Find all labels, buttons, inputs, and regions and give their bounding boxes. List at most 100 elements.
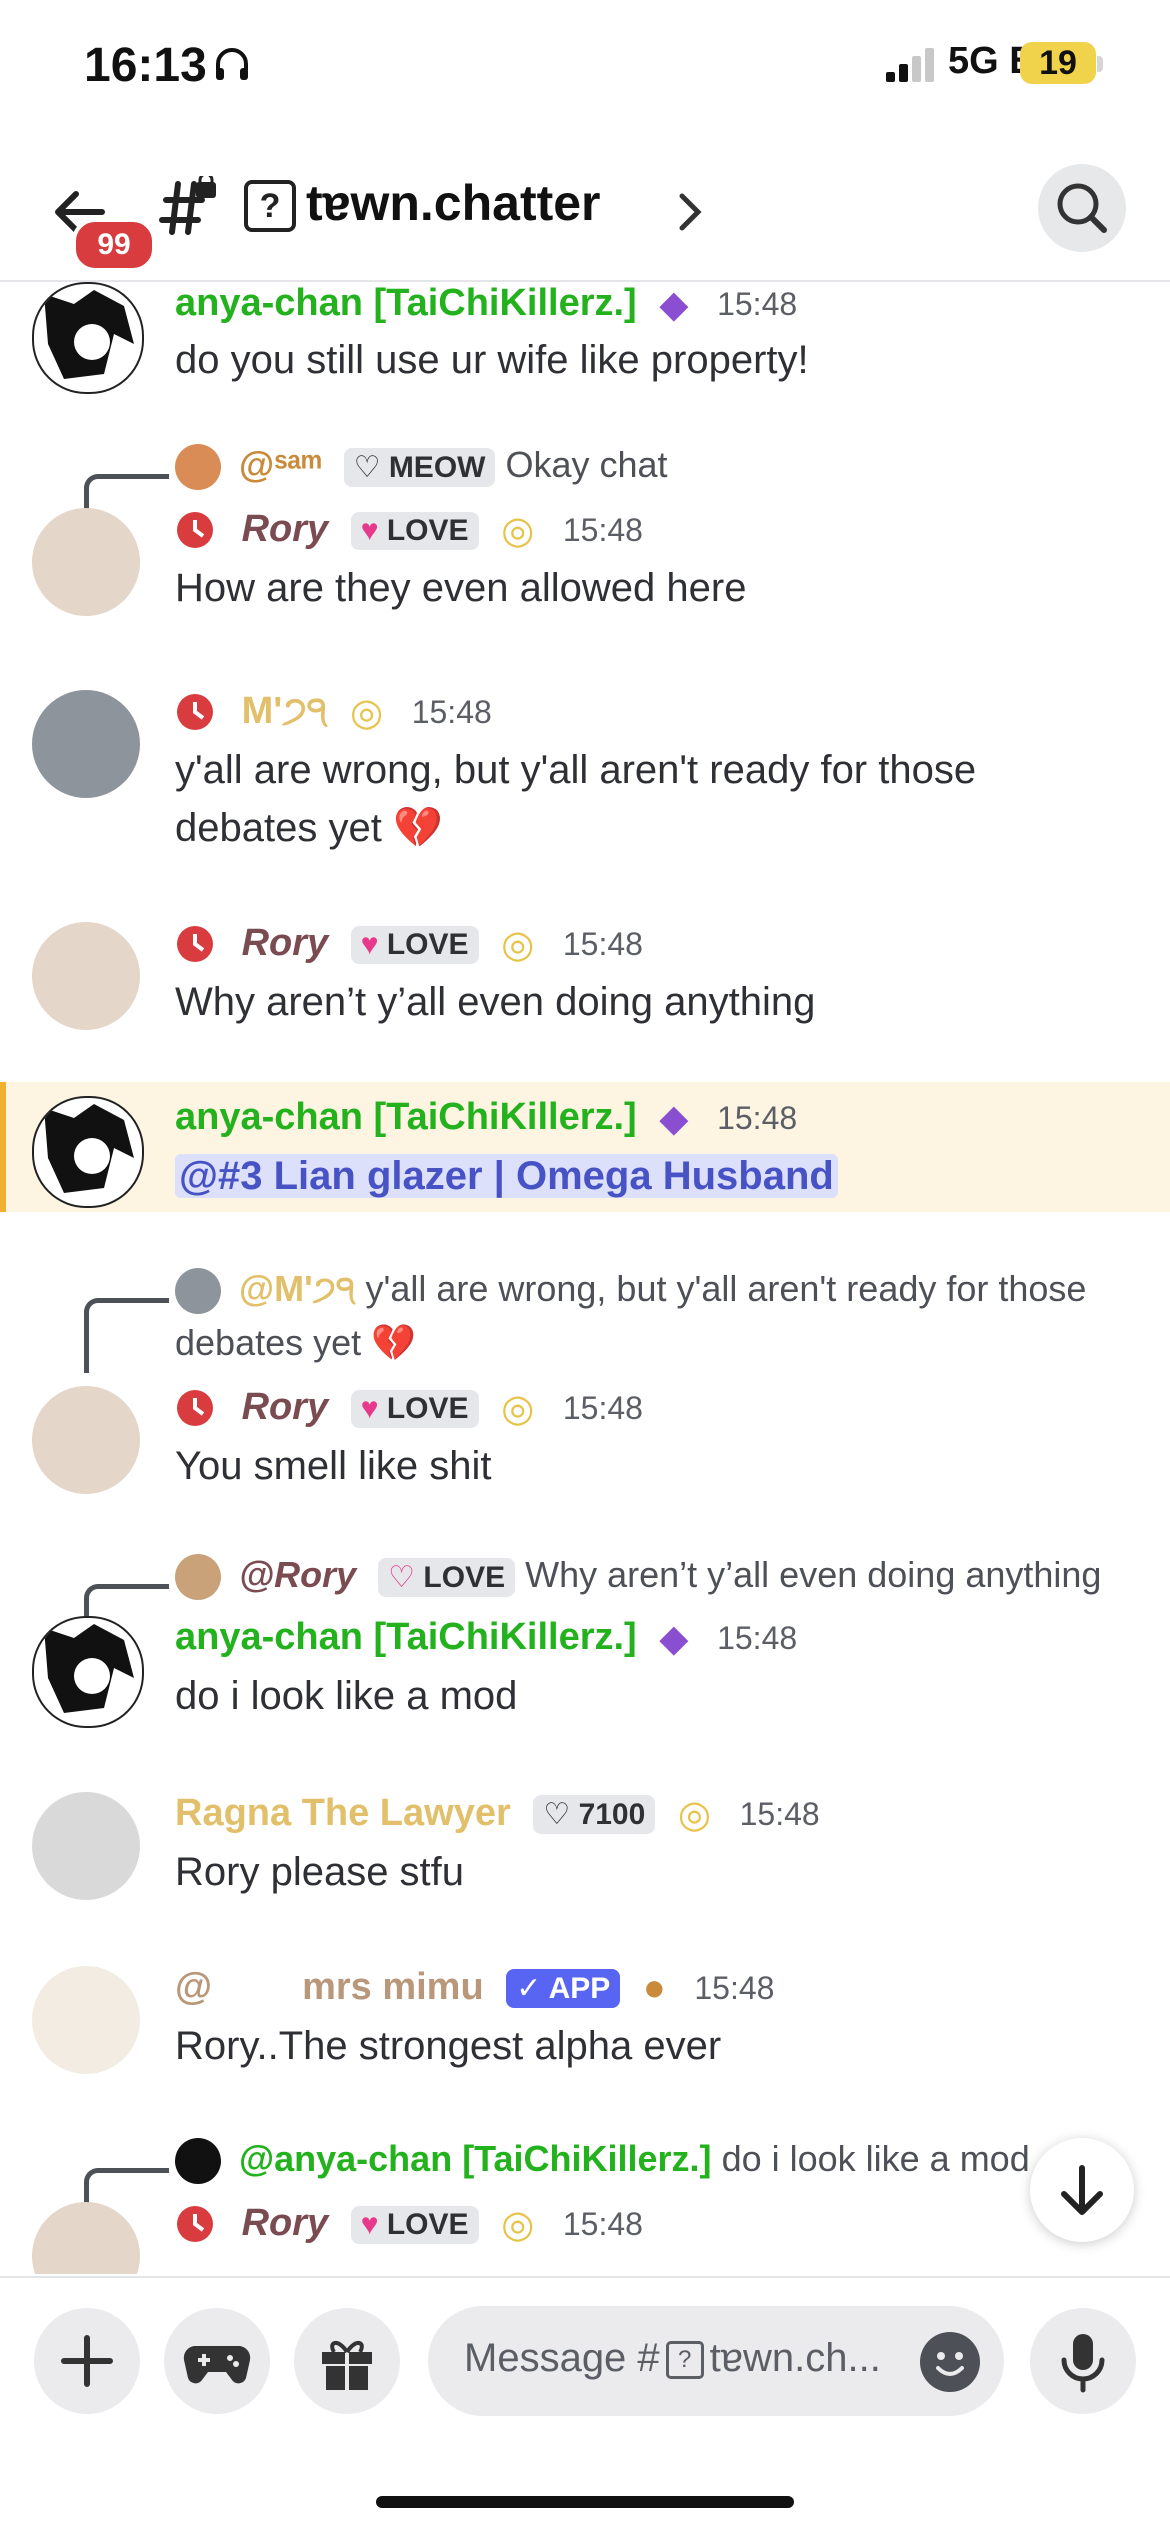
microphone-icon: [1061, 2334, 1105, 2393]
avatar[interactable]: [32, 1386, 140, 1494]
reply-text: do i look like a mod: [721, 2138, 1030, 2179]
reply-text-line2: debates yet 💔: [175, 1322, 416, 1363]
reply-preview[interactable]: @anya-chan [TaiChiKillerz.] do i look li…: [175, 2138, 1030, 2185]
author-name[interactable]: Rory: [242, 922, 329, 964]
channel-hash-lock-icon: [159, 176, 216, 235]
message-text: You smell like shit: [175, 1444, 492, 1488]
author-name[interactable]: Ragna The Lawyer: [175, 1792, 511, 1834]
avatar[interactable]: [32, 1096, 144, 1208]
crystal-role-icon: ◆: [659, 284, 689, 327]
reply-author: @anya-chan [TaiChiKillerz.]: [239, 2138, 712, 2179]
reply-avatar: [175, 2138, 221, 2185]
app-tag: ✓ APP: [506, 1969, 621, 2009]
unread-badge: 99: [72, 218, 156, 272]
reply-author: @M'੭੧: [239, 1268, 356, 1309]
message-text-line2: debates yet 💔: [175, 806, 443, 850]
author-name[interactable]: anya-chan [TaiChiKillerz.]: [175, 1616, 637, 1658]
message-time: 15:48: [717, 1100, 798, 1136]
avatar[interactable]: [32, 690, 140, 798]
search-icon: [1057, 183, 1107, 233]
message-text: Rory..The strongest alpha ever: [175, 2024, 722, 2068]
broken-heart-emoji: 💔: [392, 806, 443, 850]
role-tag: ♥ LOVE: [350, 2205, 479, 2244]
channel-name[interactable]: tɐwn.chatter: [306, 174, 601, 232]
activities-button[interactable]: [164, 2308, 270, 2414]
message-time: 15:48: [562, 512, 643, 548]
avatar[interactable]: [32, 1616, 144, 1728]
reply-preview[interactable]: @ˢᵃᵐ ♡ MEOW Okay chat: [175, 444, 668, 491]
message-header: Ragna The Lawyer ♡ 7100 ◎ 15:48: [175, 1792, 820, 1837]
avatar[interactable]: [32, 1966, 140, 2074]
message-header: @ mrs mimu ✓ APP ● 15:48: [175, 1966, 774, 2010]
gift-icon: [322, 2341, 372, 2390]
reply-connector: [84, 474, 169, 513]
spiral-icon: ◎: [501, 510, 535, 553]
reply-author: @ˢᵃᵐ: [239, 444, 322, 485]
status-bar: 16:13 5G E 19: [0, 0, 1170, 140]
reply-text: y'all are wrong, but y'all aren't ready …: [365, 1268, 1087, 1309]
avatar[interactable]: [32, 922, 140, 1030]
message-text: y'all are wrong, but y'all aren't ready …: [175, 748, 977, 792]
avatar[interactable]: [32, 508, 140, 616]
author-name[interactable]: Rory: [242, 1386, 329, 1428]
message-text: Why aren’t y’all even doing anything: [175, 980, 816, 1024]
signal-icon: [886, 48, 934, 82]
reply-preview[interactable]: @M'੭੧ y'all are wrong, but y'all aren't …: [175, 1268, 1087, 1315]
message-text: do you still use ur wife like property!: [175, 338, 809, 382]
crystal-role-icon: ◆: [659, 1098, 689, 1141]
message-input[interactable]: Message #? tɐwn.ch...: [428, 2306, 1004, 2416]
author-name[interactable]: Rory: [242, 2202, 329, 2244]
alert-clock-icon: [177, 925, 213, 962]
bear-icon: ●: [642, 1967, 666, 2010]
headphones-icon: [216, 48, 248, 80]
role-tag: ♥ LOVE: [350, 1389, 479, 1428]
role-tag: ♡ 7100: [533, 1795, 656, 1835]
message-time: 15:48: [562, 1390, 643, 1426]
author-name[interactable]: M'੭੧: [242, 690, 328, 732]
status-time: 16:13: [84, 39, 207, 92]
message-header: anya-chan [TaiChiKillerz.] ◆ 15:48: [175, 1096, 797, 1141]
message-time: 15:48: [717, 1620, 798, 1656]
spiral-icon: ◎: [501, 1388, 535, 1431]
avatar[interactable]: [32, 2202, 140, 2274]
reply-connector: [84, 1298, 169, 1373]
reply-text: Okay chat: [505, 444, 668, 485]
gift-button[interactable]: [294, 2308, 400, 2414]
emoji-button[interactable]: [920, 2332, 980, 2392]
spiral-icon: ◎: [501, 924, 535, 967]
channel-prefix-box: ?: [665, 2341, 704, 2380]
battery-level: 19: [1020, 42, 1096, 84]
author-name[interactable]: anya-chan [TaiChiKillerz.]: [175, 1096, 637, 1138]
avatar[interactable]: [32, 1792, 140, 1900]
alert-clock-icon: [177, 693, 213, 730]
message-text: do i look like a mod: [175, 1674, 518, 1718]
message-placeholder: Message #? tɐwn.ch...: [464, 2336, 881, 2380]
role-tag: ♥ LOVE: [350, 925, 479, 964]
reply-connector: [84, 2168, 169, 2207]
message-header: Rory ♥ LOVE ◎ 15:48: [175, 2202, 643, 2247]
chevron-right-icon[interactable]: [676, 190, 706, 234]
reply-avatar: [175, 1268, 221, 1315]
add-attachment-button[interactable]: [34, 2308, 140, 2414]
avatar[interactable]: [32, 282, 144, 394]
reply-preview[interactable]: @Rory ♡ LOVE Why aren’t y’all even doing…: [175, 1554, 1101, 1601]
message-header: M'੭੧ ◎ 15:48: [175, 690, 492, 735]
crystal-role-icon: ◆: [659, 1618, 689, 1661]
message-list[interactable]: anya-chan [TaiChiKillerz.] ◆ 15:48 do yo…: [0, 282, 1170, 2274]
battery-tip: [1097, 56, 1103, 72]
message-text: How are they even allowed here: [175, 566, 747, 610]
author-name[interactable]: Rory: [242, 508, 329, 550]
search-button[interactable]: [1038, 164, 1126, 252]
message-time: 15:48: [739, 1796, 820, 1832]
message-text: Rory please stfu: [175, 1850, 465, 1894]
channel-prefix-box: ?: [244, 180, 296, 232]
message-header: anya-chan [TaiChiKillerz.] ◆ 15:48: [175, 1616, 797, 1661]
author-name[interactable]: mrs mimu: [302, 1966, 484, 2008]
jump-to-bottom-button[interactable]: [1030, 2138, 1134, 2242]
author-name[interactable]: anya-chan [TaiChiKillerz.]: [175, 282, 637, 324]
voice-message-button[interactable]: [1030, 2308, 1136, 2414]
message-time: 15:48: [717, 286, 798, 322]
reply-author: @Rory: [239, 1554, 357, 1595]
spiral-icon: ◎: [349, 692, 384, 735]
user-mention[interactable]: @#3 Lian glazer | Omega Husband: [175, 1154, 838, 1198]
